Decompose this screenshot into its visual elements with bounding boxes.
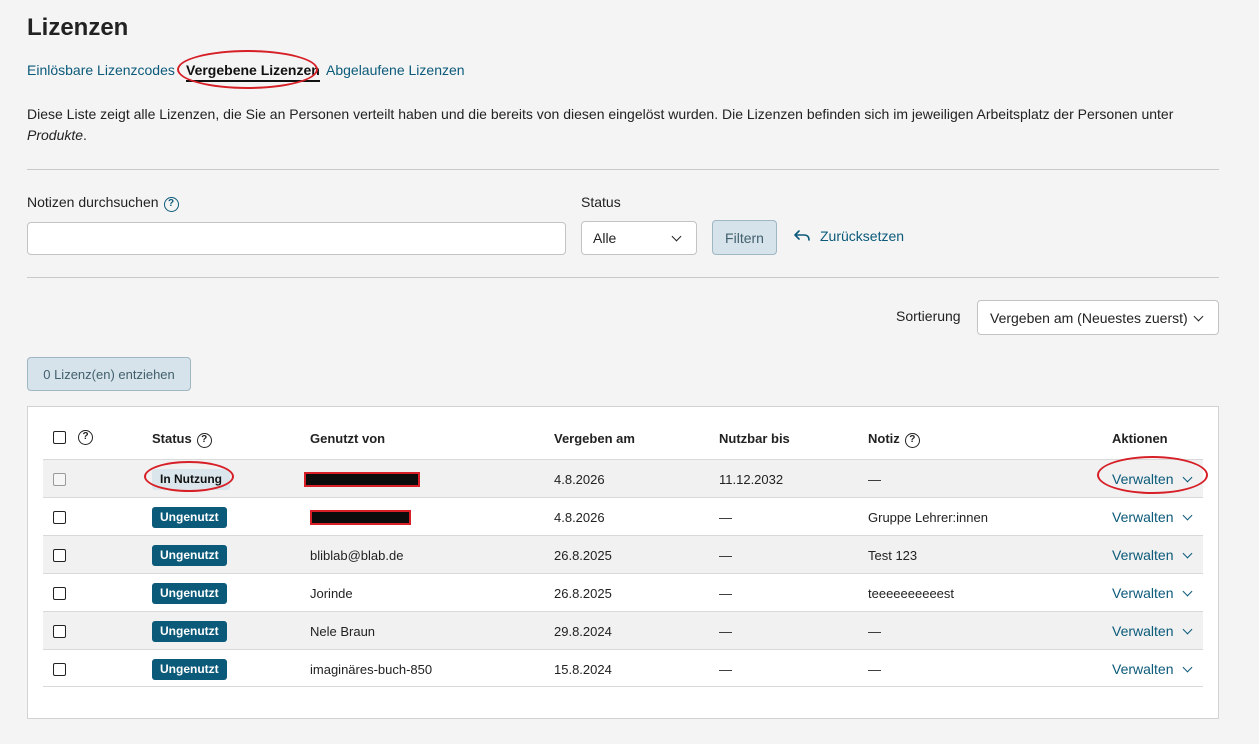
column-header-assigned-on: Vergeben am (554, 431, 635, 446)
chevron-down-icon (671, 231, 682, 242)
table-row: Ungenutzt imaginäres-buch-850 15.8.2024 … (43, 649, 1203, 687)
page-description: Diese Liste zeigt alle Lizenzen, die Sie… (27, 104, 1217, 146)
search-input[interactable] (27, 222, 566, 255)
chevron-down-icon (1183, 548, 1193, 558)
used-by-cell: imaginäres-buch-850 (310, 661, 433, 677)
description-text: Diese Liste zeigt alle Lizenzen, die Sie… (27, 106, 1174, 122)
chevron-down-icon (1183, 586, 1193, 596)
divider (27, 169, 1219, 170)
manage-dropdown[interactable]: Verwalten (1112, 612, 1193, 650)
manage-dropdown[interactable]: Verwalten (1112, 650, 1193, 688)
status-label: Status (581, 194, 621, 210)
used-by-cell: bliblab@blab.de (310, 547, 404, 563)
table-row: In Nutzung 4.8.2026 11.12.2032 — Verwalt… (43, 459, 1203, 497)
assigned-on-cell: 26.8.2025 (554, 585, 612, 601)
chevron-down-icon (1183, 624, 1193, 634)
question-circle-icon[interactable]: ? (904, 433, 920, 448)
manage-dropdown[interactable]: Verwalten (1112, 498, 1193, 536)
sort-select[interactable]: Vergeben am (Neuestes zuerst) (977, 300, 1219, 335)
column-header-note-label: Notiz (868, 431, 900, 446)
row-checkbox[interactable] (53, 510, 66, 524)
table-row: Ungenutzt bliblab@blab.de 26.8.2025 — Te… (43, 535, 1203, 573)
usable-until-cell: — (719, 509, 732, 525)
question-circle-icon[interactable]: ? (196, 433, 212, 448)
redacted-block (304, 471, 420, 487)
manage-label: Verwalten (1112, 509, 1174, 525)
note-cell: Test 123 (868, 547, 918, 563)
description-emphasis: Produkte (27, 127, 84, 143)
chevron-down-icon (1183, 472, 1193, 482)
status-badge: Ungenutzt (152, 620, 227, 642)
manage-label: Verwalten (1112, 585, 1174, 601)
usable-until-cell: — (719, 623, 732, 639)
column-header-note: Notiz? (868, 431, 920, 448)
row-checkbox[interactable] (53, 586, 66, 600)
revoke-licenses-button[interactable]: 0 Lizenz(en) entziehen (27, 357, 191, 391)
usable-until-cell: — (719, 585, 732, 601)
redacted-block (310, 509, 411, 525)
arrow-back-icon (794, 230, 810, 241)
assigned-on-cell: 4.8.2026 (554, 509, 605, 525)
column-header-status-label: Status (152, 431, 192, 446)
manage-label: Verwalten (1112, 471, 1174, 487)
manage-label: Verwalten (1112, 623, 1174, 639)
status-select-value: Alle (593, 230, 617, 246)
reset-link-label: Zurücksetzen (820, 228, 905, 244)
status-badge: Ungenutzt (152, 658, 227, 680)
row-checkbox[interactable] (53, 662, 66, 676)
row-checkbox[interactable] (53, 624, 66, 638)
chevron-down-icon (1183, 510, 1193, 520)
status-badge: Ungenutzt (152, 582, 227, 604)
note-cell: teeeeeeeeeest (868, 585, 955, 601)
manage-dropdown[interactable]: Verwalten (1112, 536, 1193, 574)
used-by-cell: Jorinde (310, 585, 353, 601)
sort-label: Sortierung (896, 308, 961, 324)
manage-label: Verwalten (1112, 661, 1174, 677)
used-by-cell: Nele Braun (310, 623, 376, 639)
description-suffix: . (83, 127, 87, 143)
column-header-used-by: Genutzt von (310, 431, 386, 446)
column-header-usable-until: Nutzbar bis (719, 431, 790, 446)
chevron-down-icon (1193, 311, 1204, 322)
usable-until-cell: 11.12.2032 (719, 471, 784, 487)
row-checkbox (53, 472, 66, 486)
note-cell: — (868, 471, 881, 487)
status-badge: Ungenutzt (152, 544, 227, 566)
column-header-actions: Aktionen (1112, 431, 1168, 446)
filter-button[interactable]: Filtern (712, 220, 777, 255)
question-circle-icon[interactable]: ? (78, 430, 93, 445)
assigned-on-cell: 26.8.2025 (554, 547, 612, 563)
table-row: Ungenutzt Jorinde 26.8.2025 — teeeeeeeee… (43, 573, 1203, 611)
page-title: Lizenzen (27, 14, 129, 41)
row-checkbox[interactable] (53, 548, 66, 562)
usable-until-cell: — (719, 661, 732, 677)
tab-abgelaufene-lizenzen[interactable]: Abgelaufene Lizenzen (326, 62, 465, 78)
note-cell: Gruppe Lehrer:innen (868, 509, 988, 525)
table-row: Ungenutzt Nele Braun 29.8.2024 — — Verwa… (43, 611, 1203, 649)
reset-link[interactable]: Zurücksetzen (794, 228, 904, 244)
column-header-status: Status? (152, 431, 212, 448)
usable-until-cell: — (719, 547, 732, 563)
chevron-down-icon (1183, 662, 1193, 672)
assigned-on-cell: 4.8.2026 (554, 471, 605, 487)
tab-einloesbare-lizenzcodes[interactable]: Einlösbare Lizenzcodes (27, 62, 175, 78)
note-cell: — (868, 623, 881, 639)
search-label: Notizen durchsuchen? (27, 194, 179, 212)
search-label-text: Notizen durchsuchen (27, 194, 159, 210)
sort-select-value: Vergeben am (Neuestes zuerst) (990, 309, 1188, 326)
manage-dropdown[interactable]: Verwalten (1112, 574, 1193, 612)
manage-dropdown[interactable]: Verwalten (1112, 460, 1193, 498)
tab-vergebene-lizenzen[interactable]: Vergebene Lizenzen (186, 62, 320, 82)
select-all-checkbox[interactable] (53, 431, 66, 444)
question-circle-icon[interactable]: ? (163, 197, 179, 212)
assigned-on-cell: 15.8.2024 (554, 661, 612, 677)
note-cell: — (868, 661, 881, 677)
status-badge: Ungenutzt (152, 506, 227, 528)
divider (27, 277, 1219, 278)
assigned-on-cell: 29.8.2024 (554, 623, 612, 639)
status-select[interactable]: Alle (581, 221, 697, 255)
status-badge: In Nutzung (152, 468, 230, 490)
manage-label: Verwalten (1112, 547, 1174, 563)
table-row: Ungenutzt 4.8.2026 — Gruppe Lehrer:innen… (43, 497, 1203, 535)
